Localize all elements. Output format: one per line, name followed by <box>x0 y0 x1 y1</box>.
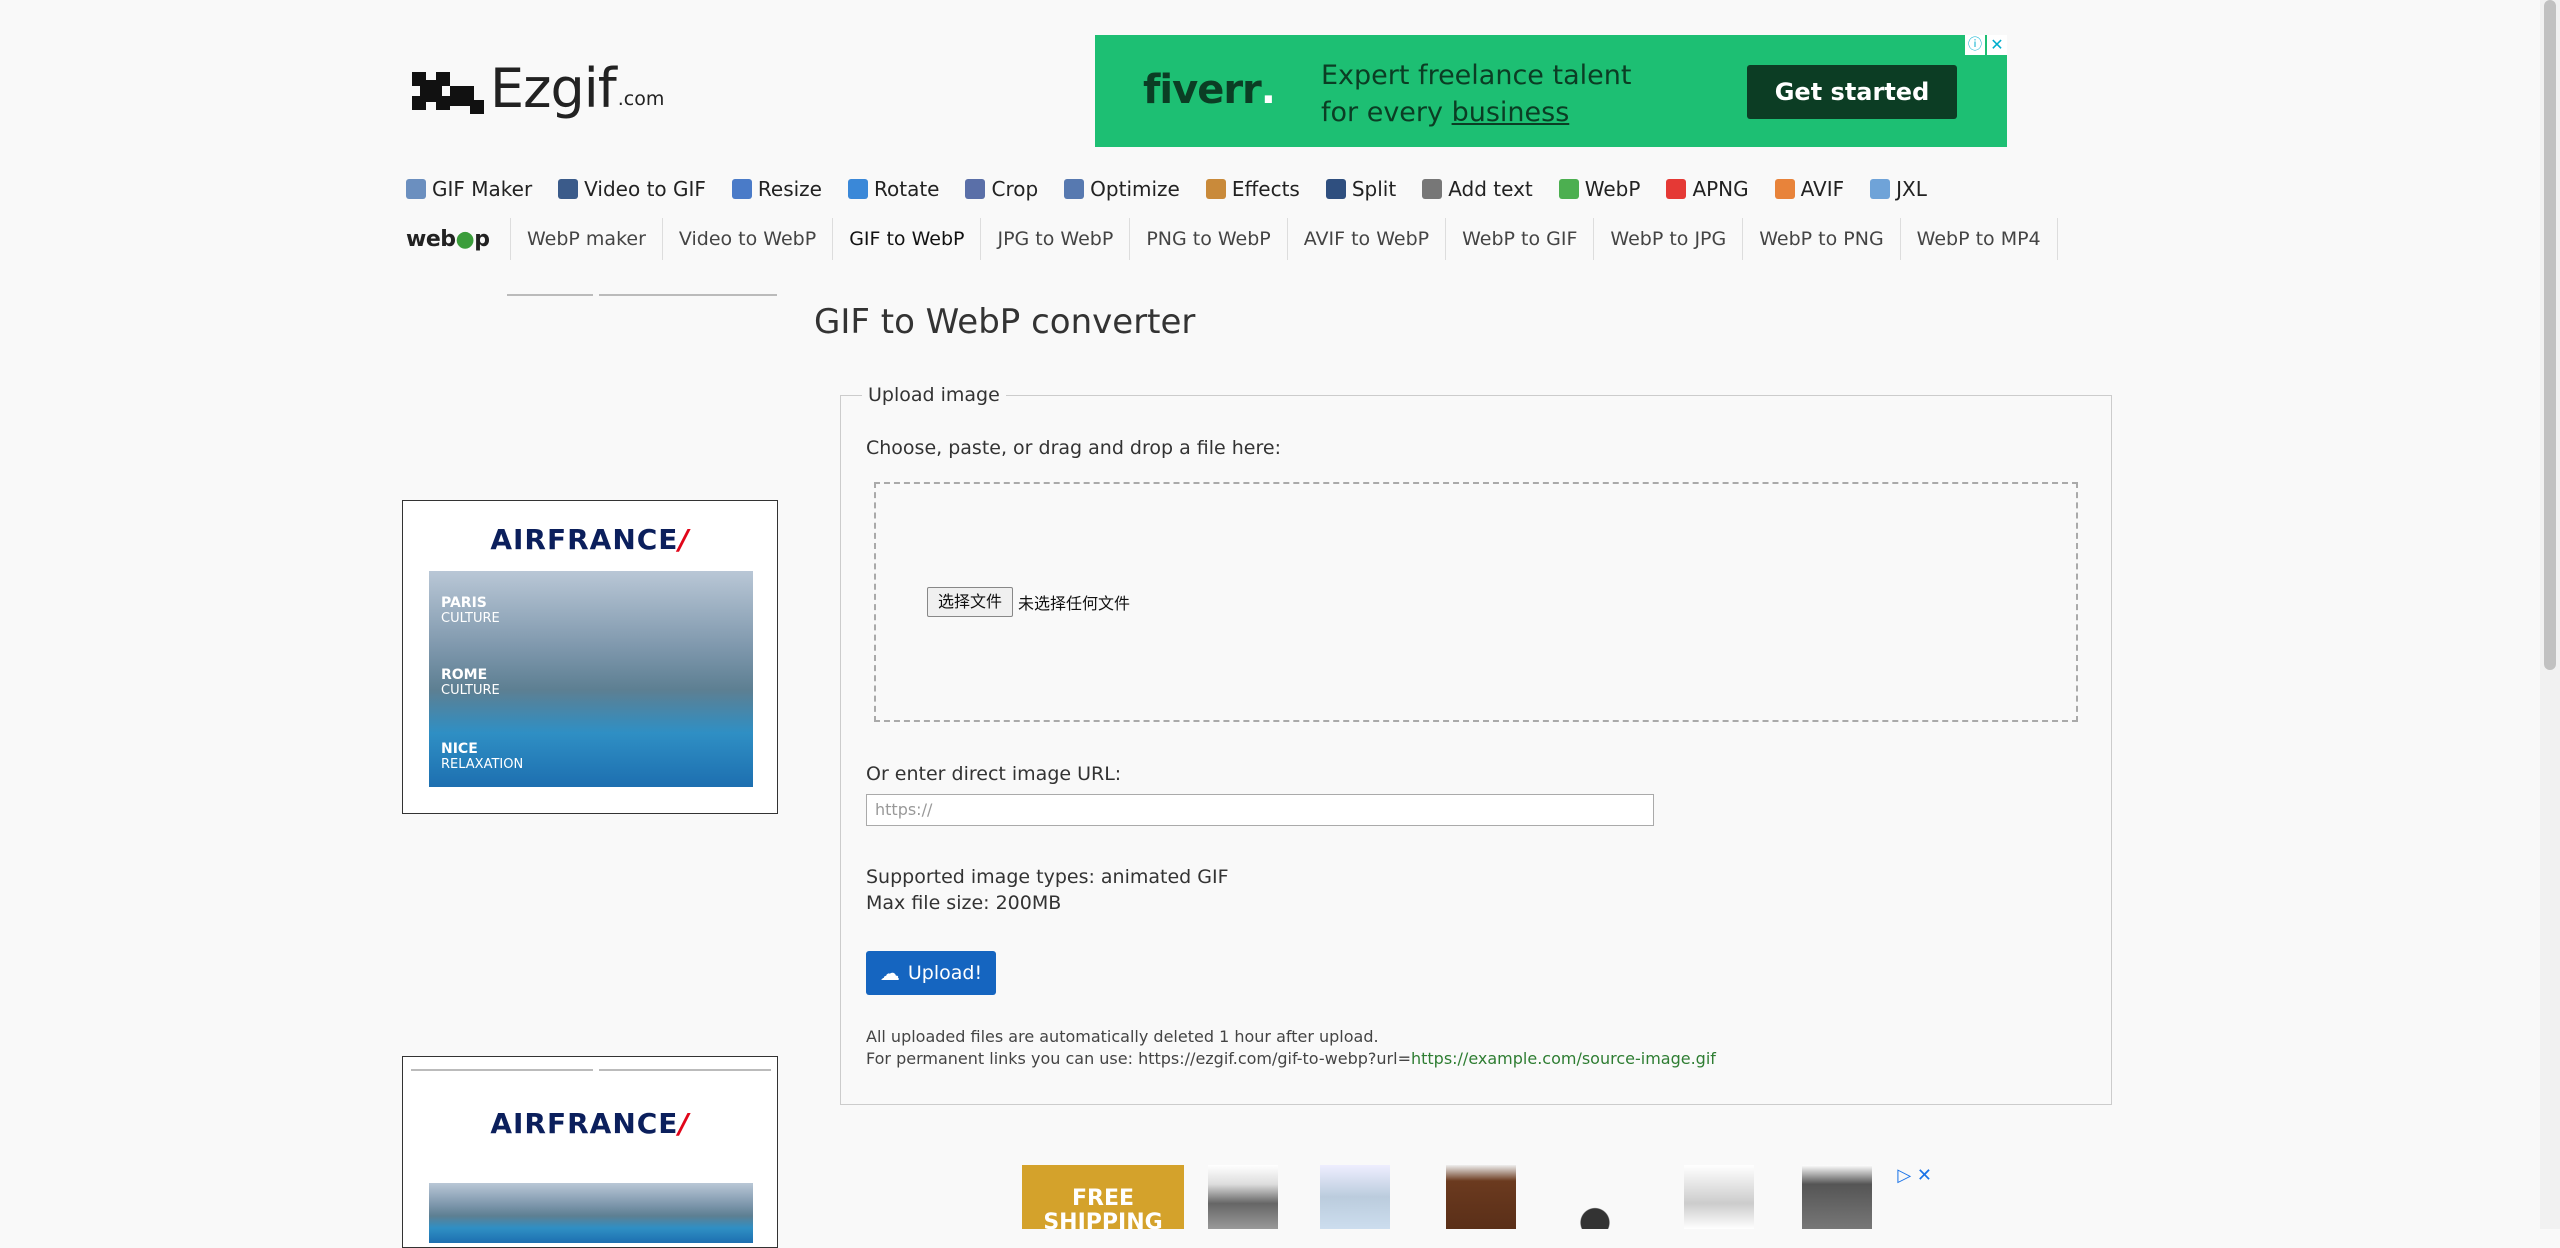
upload-button[interactable]: ☁ Upload! <box>866 951 996 995</box>
divider <box>599 294 777 296</box>
ad-choices-icon[interactable]: ▷ ✕ <box>1897 1165 1932 1186</box>
subnav-webp-to-gif[interactable]: WebP to GIF <box>1445 218 1593 260</box>
url-input[interactable]: https:// <box>866 794 1654 826</box>
subnav-webp-to-jpg[interactable]: WebP to JPG <box>1593 218 1742 260</box>
subnav-png-to-webp[interactable]: PNG to WebP <box>1129 218 1286 260</box>
jxl-icon <box>1870 179 1891 199</box>
subnav-gif-to-webp[interactable]: GIF to WebP <box>832 218 980 260</box>
product-thumb[interactable] <box>1320 1165 1390 1229</box>
bottom-product-ad[interactable]: FREE SHIPPING ▷ ✕ <box>1020 1165 1932 1229</box>
ad-close-icon[interactable]: ✕ <box>1987 35 2007 55</box>
rotate-icon <box>848 179 868 199</box>
resize-icon <box>731 179 752 199</box>
cloud-upload-icon: ☁ <box>879 961 900 985</box>
supported-info: Supported image types: animated GIF Max … <box>866 864 1229 916</box>
ad-info-icon[interactable]: ⓘ <box>1965 35 1985 55</box>
film-icon <box>558 179 579 199</box>
page-title: GIF to WebP converter <box>814 302 1196 342</box>
nav-item-webp[interactable]: WebP <box>1558 172 1640 206</box>
nav-item-resize[interactable]: Resize <box>731 172 822 206</box>
choose-file-label: Choose, paste, or drag and drop a file h… <box>866 437 1281 459</box>
nav-item-gif-maker[interactable]: GIF Maker <box>406 172 532 206</box>
divider <box>507 294 593 296</box>
top-banner-ad[interactable]: fiverr. Expert freelance talent for ever… <box>1095 35 2007 147</box>
product-thumb[interactable] <box>1208 1165 1278 1229</box>
nav-item-avif[interactable]: AVIF <box>1774 172 1844 206</box>
ad-photo <box>429 1183 753 1243</box>
free-shipping-tile[interactable]: FREE SHIPPING <box>1022 1165 1184 1229</box>
supported-types: Supported image types: animated GIF <box>866 866 1229 888</box>
split-icon <box>1325 179 1346 199</box>
webp-icon <box>1558 179 1579 199</box>
optimize-icon <box>1064 179 1085 199</box>
gif-maker-icon <box>406 179 426 199</box>
ad-brand: fiverr. <box>1143 67 1276 113</box>
choose-file-button[interactable]: 选择文件 <box>927 587 1013 617</box>
file-status-text: 未选择任何文件 <box>1018 594 1131 613</box>
product-thumb[interactable] <box>1446 1165 1516 1229</box>
avif-icon <box>1774 179 1795 199</box>
ad-copy: Expert freelance talent for every busine… <box>1321 60 1632 128</box>
logo-wordmark: Ezgif <box>490 57 617 120</box>
nav-item-rotate[interactable]: Rotate <box>848 172 939 206</box>
upload-legend: Upload image <box>862 384 1006 406</box>
ad-photo: PARIS CULTURE ROME CULTURE NICE RELAXATION <box>429 571 753 787</box>
palette-icon <box>1205 179 1226 199</box>
product-thumb[interactable] <box>1560 1165 1630 1229</box>
ad-cta-button[interactable]: Get started <box>1747 65 1957 119</box>
nav-item-effects[interactable]: Effects <box>1205 172 1300 206</box>
url-label: Or enter direct image URL: <box>866 763 1122 785</box>
airfrance-logo: AIRFRANCE/ <box>490 523 690 556</box>
subnav-avif-to-webp[interactable]: AVIF to WebP <box>1286 218 1445 260</box>
ezgif-logo[interactable]: Ezgif .com <box>406 62 664 124</box>
add-text-icon <box>1422 179 1443 199</box>
nav-item-crop[interactable]: Crop <box>965 172 1038 206</box>
upload-note: All uploaded files are automatically del… <box>866 1027 1716 1068</box>
subnav-video-to-webp[interactable]: Video to WebP <box>661 218 832 260</box>
nav-item-video-to-gif[interactable]: Video to GIF <box>558 172 706 206</box>
nav-item-add-text[interactable]: Add text <box>1422 172 1533 206</box>
webp-logo[interactable]: web●p <box>406 227 510 252</box>
apng-icon <box>1666 179 1687 199</box>
webp-sub-nav: web●p WebP maker Video to WebP GIF to WebP… <box>406 218 2058 260</box>
product-thumb[interactable] <box>1802 1165 1872 1229</box>
nav-item-jxl[interactable]: JXL <box>1870 172 1927 206</box>
max-file-size: Max file size: 200MB <box>866 892 1062 914</box>
airfrance-logo: AIRFRANCE/ <box>490 1107 690 1140</box>
subnav-webp-to-mp4[interactable]: WebP to MP4 <box>1899 218 2058 260</box>
main-nav: GIF Maker Video to GIF Resize Rotate Crop Opt… <box>406 172 1953 206</box>
scrollbar-thumb[interactable] <box>2544 0 2556 670</box>
subnav-webp-maker[interactable]: WebP maker <box>510 218 662 260</box>
subnav-jpg-to-webp[interactable]: JPG to WebP <box>980 218 1129 260</box>
side-ad-airfrance-2[interactable]: AIRFRANCE/ <box>402 1056 778 1248</box>
example-url-link[interactable]: https://example.com/source-image.gif <box>1411 1049 1716 1068</box>
subnav-webp-to-png[interactable]: WebP to PNG <box>1742 218 1899 260</box>
nav-item-split[interactable]: Split <box>1325 172 1396 206</box>
ezgif-logo-icon <box>406 62 484 124</box>
nav-item-apng[interactable]: APNG <box>1666 172 1749 206</box>
side-ad-airfrance[interactable]: AIRFRANCE/ PARIS CULTURE ROME CULTURE NICE… <box>402 500 778 814</box>
logo-suffix: .com <box>617 88 665 110</box>
ad-link[interactable]: business <box>1452 97 1570 128</box>
product-thumb[interactable] <box>1684 1165 1754 1229</box>
crop-icon <box>965 179 986 199</box>
nav-item-optimize[interactable]: Optimize <box>1064 172 1180 206</box>
